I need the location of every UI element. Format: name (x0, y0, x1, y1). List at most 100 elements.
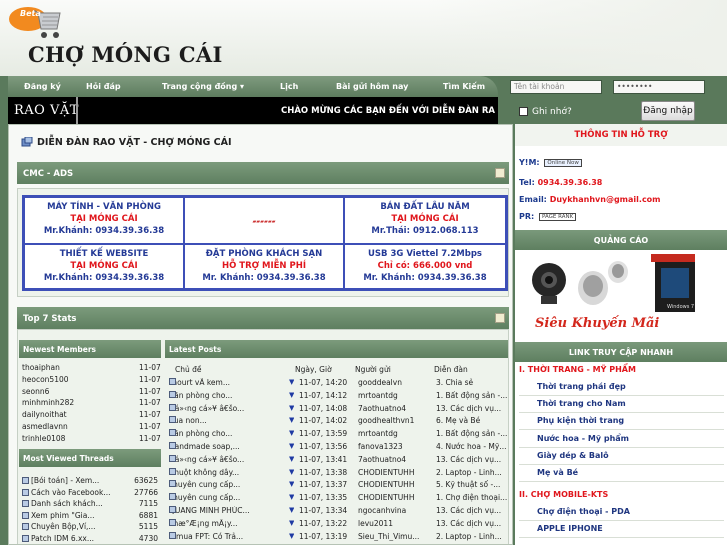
site-title[interactable]: CHỢ MÓNG CÁI (28, 42, 223, 67)
thread-row[interactable]: Danh sách khách... 7115 (22, 499, 158, 508)
post-subject[interactable]: Dá»‹ng cá»¥ â€šo... (169, 455, 244, 464)
arrow-down-icon[interactable]: ▼ (289, 442, 294, 450)
thread-row[interactable]: Chuyên Bộp,Ví,... 5115 (22, 522, 158, 531)
member-name[interactable]: minhminh282 (22, 398, 74, 407)
post-subject[interactable]: Handmade soap,... (169, 442, 240, 451)
post-row[interactable]: Sua non... ▼ 11-07, 14:02 goodhealthvn1 6. M… (169, 416, 508, 426)
ad-image-cell[interactable]: ▰▰▰▰▰▰ (184, 197, 344, 244)
arrow-down-icon[interactable]: ▼ (289, 378, 294, 386)
arrow-down-icon[interactable]: ▼ (289, 468, 294, 476)
post-row[interactable]: Vimua FPT: Có Trả... ▼ 11-07, 13:19 Sieu_Th… (169, 531, 508, 542)
online-status-icon[interactable]: Online Now (544, 159, 582, 167)
thread-title[interactable]: Chuyên Bộp,Ví,... (31, 522, 96, 531)
quick-link[interactable]: APPLE IPHONE (537, 524, 603, 533)
password-input[interactable]: •••••••• (613, 80, 705, 94)
post-forum[interactable]: 13. Các dịch vụ... (436, 519, 508, 528)
post-poster[interactable]: 7aothuatno4 (358, 404, 430, 413)
post-subject[interactable]: chuyên cung cấp... (169, 493, 240, 502)
arrow-down-icon[interactable]: ▼ (289, 404, 294, 412)
post-subject[interactable]: QUANG MINH PHÚC... (169, 506, 250, 515)
post-poster[interactable]: CHODIENTUHH (358, 493, 430, 502)
post-row[interactable]: Handmade soap,... ▼ 11-07, 13:56 fanova1323… (169, 442, 508, 452)
nav-search[interactable]: Tìm Kiếm (443, 82, 485, 91)
arrow-down-icon[interactable]: ▼ (289, 519, 294, 527)
post-forum[interactable]: 3. Chia sẻ (436, 378, 508, 387)
post-row[interactable]: Văn phòng cho... ▼ 11-07, 14:12 mrtoantdg 1.… (169, 390, 508, 401)
post-poster[interactable]: mrtoantdg (358, 391, 430, 400)
post-forum[interactable]: 2. Laptop - Linh... (436, 532, 508, 541)
post-row[interactable]: Phæ°Æ¡ng mÃ¡y... ▼ 11-07, 13:22 levu2011 13.… (169, 518, 508, 529)
post-forum[interactable]: 1. Bất động sản -... (436, 429, 508, 438)
post-poster[interactable]: 7aothuatno4 (358, 455, 430, 464)
arrow-down-icon[interactable]: ▼ (289, 429, 294, 437)
arrow-down-icon[interactable]: ▼ (289, 391, 294, 399)
quick-link[interactable]: Phụ kiện thời trang (537, 416, 624, 425)
quick-link[interactable]: Nước hoa - Mỹ phẩm (537, 434, 629, 443)
ad-website-design[interactable]: THIẾT KẾ WEBSITE TẠI MÓNG CÁI Mr.Khánh: … (24, 244, 184, 289)
arrow-down-icon[interactable]: ▼ (289, 480, 294, 488)
quick-link[interactable]: Chợ điện thoại - PDA (537, 507, 630, 516)
post-forum[interactable]: 13. Các dịch vụ... (436, 506, 508, 515)
post-row[interactable]: Dá»‹ng cá»¥ â€šo... ▼ 11-07, 14:08 7aothuat… (169, 403, 508, 414)
username-input[interactable]: Tên tài khoản (510, 80, 602, 94)
nav-register[interactable]: Đăng ký (24, 82, 61, 91)
quick-link[interactable]: Mẹ và Bé (537, 468, 578, 477)
thread-row[interactable]: Patch IDM 6.xx... 4730 (22, 534, 158, 543)
post-poster[interactable]: levu2011 (358, 519, 430, 528)
member-name[interactable]: seonn6 (22, 387, 49, 396)
post-subject[interactable]: chuyên cung cấp... (169, 480, 240, 489)
arrow-down-icon[interactable]: ▼ (289, 416, 294, 424)
ad-hotel-booking[interactable]: ĐẶT PHÒNG KHÁCH SẠN HỖ TRỢ MIỄN PHÍ Mr. … (184, 244, 344, 289)
arrow-down-icon[interactable]: ▼ (289, 506, 294, 514)
thread-title[interactable]: [Bói toán] - Xem... (31, 476, 99, 485)
quick-link[interactable]: Thời trang phái đẹp (537, 382, 626, 391)
nav-todays-posts[interactable]: Bài gửi hôm nay (336, 82, 408, 91)
post-row[interactable]: Chuột không dây... ▼ 11-07, 13:38 CHODIENTU… (169, 467, 508, 478)
nav-calendar[interactable]: Lịch (280, 82, 298, 91)
thread-row[interactable]: Xem phim "Gia... 6881 (22, 511, 158, 520)
post-forum[interactable]: 13. Các dịch vụ... (436, 404, 508, 413)
post-forum[interactable]: 6. Mẹ và Bé (436, 416, 508, 425)
post-row[interactable]: chuyên cung cấp... ▼ 11-07, 13:37 CHODIENTU… (169, 480, 508, 490)
member-name[interactable]: heocon5100 (22, 375, 69, 384)
post-forum[interactable]: 5. Kỹ thuật số -... (436, 480, 508, 489)
raovat-label[interactable]: RAO VẶT (14, 103, 79, 118)
thread-title[interactable]: Patch IDM 6.xx... (31, 534, 94, 543)
post-subject[interactable]: Yaourt vÃ kem... (169, 378, 230, 387)
thread-title[interactable]: Xem phim "Gia... (31, 511, 95, 520)
thread-title[interactable]: Danh sách khách... (31, 499, 103, 508)
post-forum[interactable]: 1. Chợ điện thoại... (436, 493, 508, 502)
ad-land-sale[interactable]: BÁN ĐẤT LÂU NĂM TẠI MÓNG CÁI Mr.Thái: 09… (344, 197, 506, 244)
thread-row[interactable]: [Bói toán] - Xem... 63625 (22, 476, 158, 485)
post-subject[interactable]: Văn phòng cho... (169, 391, 232, 400)
collapse-icon[interactable] (495, 313, 505, 323)
thread-title[interactable]: Cách vào Facebook... (31, 488, 111, 497)
post-forum[interactable]: 4. Nước hoa - Mỹ... (436, 442, 508, 451)
post-forum[interactable]: 13. Các dịch vụ... (436, 455, 508, 464)
post-poster[interactable]: fanova1323 (358, 442, 430, 451)
post-poster[interactable]: CHODIENTUHH (358, 480, 430, 489)
post-forum[interactable]: 1. Bất động sản -... (436, 391, 508, 400)
quick-link[interactable]: Thời trang cho Nam (537, 399, 626, 408)
nav-community[interactable]: Trang cộng đồng ▾ (162, 82, 244, 91)
post-subject[interactable]: Văn phòng cho... (169, 429, 232, 438)
arrow-down-icon[interactable]: ▼ (289, 493, 294, 501)
link-category[interactable]: I. THỜI TRANG - MỸ PHẨM (519, 365, 636, 374)
link-category[interactable]: II. CHỢ MOBILE-KTS (519, 490, 608, 499)
post-poster[interactable]: ngocanhvina (358, 506, 430, 515)
post-row[interactable]: Yaourt vÃ kem... ▼ 11-07, 14:20 gooddealvn 3… (169, 378, 508, 388)
post-row[interactable]: Dá»‹ng cá»¥ â€šo... ▼ 11-07, 13:41 7aothuat… (169, 454, 508, 465)
thread-row[interactable]: Cách vào Facebook... 27766 (22, 488, 158, 497)
post-poster[interactable]: Sieu_Thi_Vimu... (358, 532, 430, 541)
post-subject[interactable]: Vimua FPT: Có Trả... (169, 532, 243, 541)
post-row[interactable]: Văn phòng cho... ▼ 11-07, 13:59 mrtoantdg 1.… (169, 429, 508, 439)
quick-link[interactable]: Giày dép & Balô (537, 451, 609, 460)
breadcrumb-title[interactable]: DIỄN ĐÀN RAO VẶT - CHỢ MÓNG CÁI (37, 137, 232, 148)
post-row[interactable]: QUANG MINH PHÚC... ▼ 11-07, 13:34 ngocanhvi… (169, 506, 508, 516)
member-name[interactable]: thoaiphan (22, 363, 60, 372)
post-subject[interactable]: Chuột không dây... (169, 468, 239, 477)
member-name[interactable]: asmedlavnn (22, 422, 68, 431)
nav-faq[interactable]: Hỏi đáp (86, 82, 121, 91)
arrow-down-icon[interactable]: ▼ (289, 532, 294, 540)
email-value[interactable]: Duykhanhvn@gmail.com (550, 195, 661, 204)
